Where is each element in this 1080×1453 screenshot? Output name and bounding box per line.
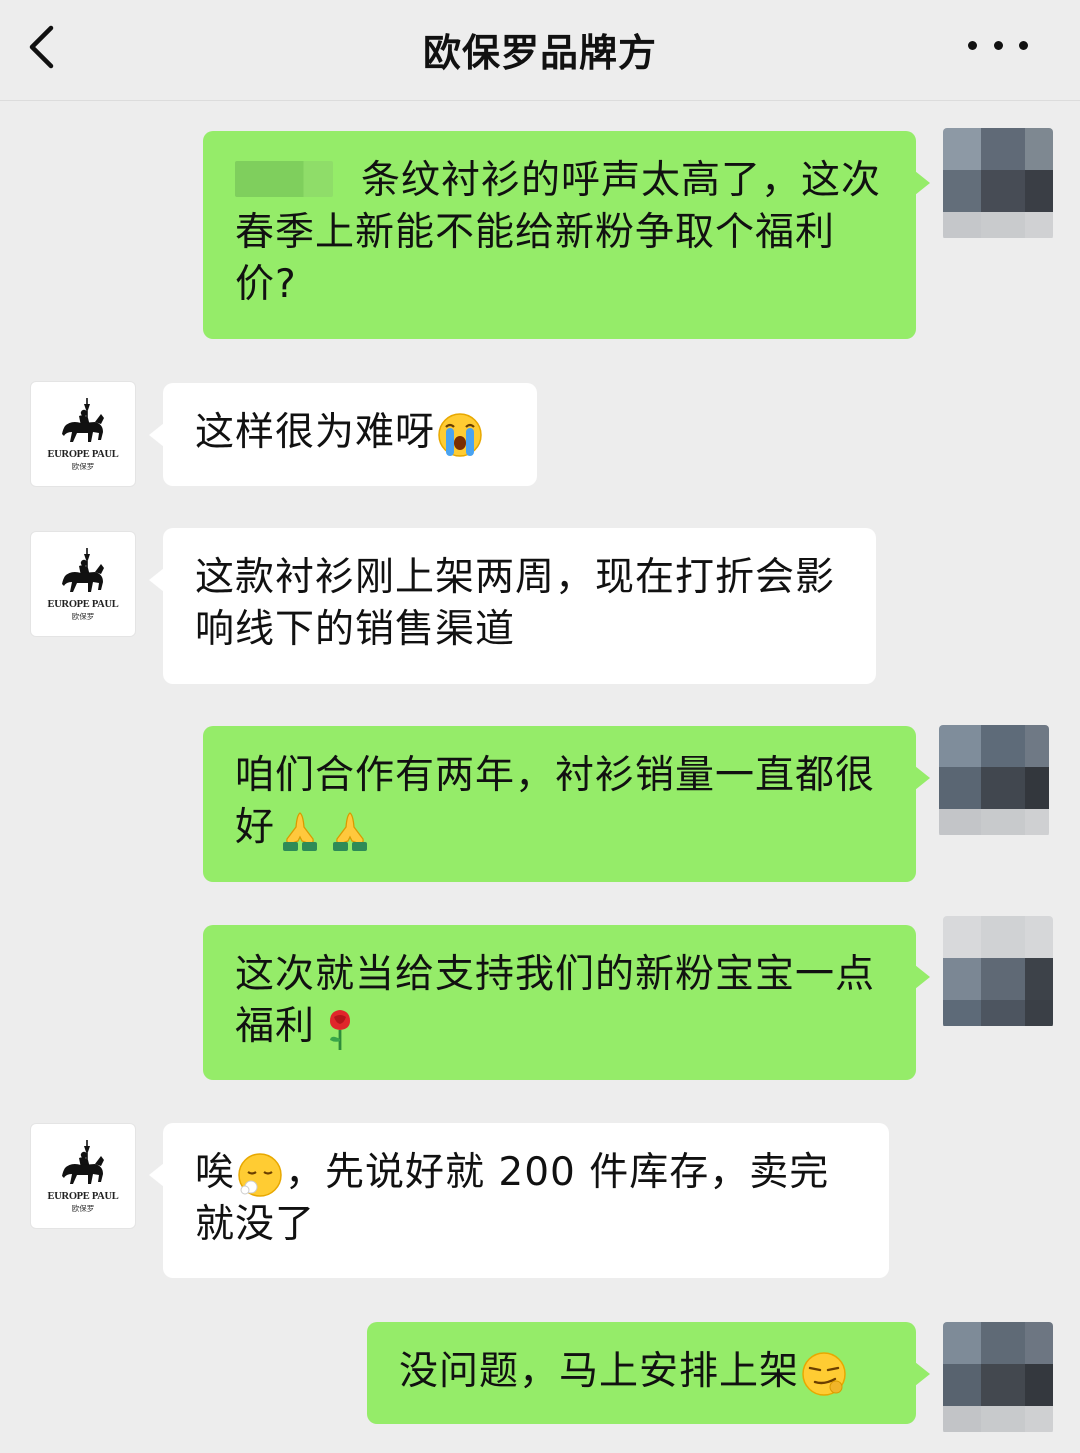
message-bubble-outgoing[interactable]: 条纹衬衫的呼声太高了，这次春季上新能不能给新粉争取个福利价? xyxy=(203,131,930,339)
brand-logo: EUROPE PAUL 欧保罗 xyxy=(31,532,135,636)
redacted-name xyxy=(235,161,333,197)
message-text: ，先说好就 200 件库存，卖完就没了 xyxy=(195,1150,830,1247)
brand-logo: EUROPE PAUL 欧保罗 xyxy=(31,1124,135,1228)
knight-logo-icon xyxy=(62,548,104,592)
knight-logo-icon xyxy=(62,398,104,442)
message-bubble-incoming[interactable]: 这样很为难呀 xyxy=(149,383,537,486)
message-text: 这样很为难呀 xyxy=(195,410,436,455)
brand-avatar[interactable]: EUROPE PAUL 欧保罗 xyxy=(30,381,136,487)
brand-logo-subtext: 欧保罗 xyxy=(71,1204,95,1213)
user-avatar[interactable] xyxy=(943,128,1053,240)
message-text: 没问题，马上安排上架 xyxy=(399,1349,800,1394)
ellipsis-dot xyxy=(993,40,1003,50)
brand-logo-text: EUROPE PAUL xyxy=(47,449,119,460)
brand-logo-subtext: 欧保罗 xyxy=(71,462,95,471)
message-bubble-outgoing[interactable]: 没问题，马上安排上架 xyxy=(367,1322,930,1424)
brand-avatar[interactable]: EUROPE PAUL 欧保罗 xyxy=(30,531,136,637)
brand-logo: EUROPE PAUL 欧保罗 xyxy=(31,382,135,486)
message-bubble-outgoing[interactable]: 这次就当给支持我们的新粉宝宝一点福利 xyxy=(203,925,930,1080)
brand-avatar[interactable]: EUROPE PAUL 欧保罗 xyxy=(30,1123,136,1229)
message-bubble-incoming[interactable]: 唉 ，先说好就 200 件库存，卖完就没了 xyxy=(149,1123,889,1278)
smirking-face-icon xyxy=(802,1351,846,1396)
knight-logo-icon xyxy=(62,1140,104,1184)
chat-title: 欧保罗品牌方 xyxy=(422,31,657,75)
chat-header: 欧保罗品牌方 xyxy=(0,0,1080,101)
brand-logo-text: EUROPE PAUL xyxy=(47,1191,119,1202)
ellipsis-dot xyxy=(1019,40,1028,50)
user-avatar[interactable] xyxy=(939,725,1049,837)
folded-hands-icon xyxy=(333,811,368,851)
user-avatar[interactable] xyxy=(943,916,1053,1028)
message-bubble-incoming[interactable]: 这款衬衫刚上架两周，现在打折会影响线下的销售渠道 xyxy=(149,528,876,684)
user-avatar[interactable] xyxy=(943,1322,1053,1434)
loudly-crying-face-icon xyxy=(438,412,482,457)
folded-hands-icon xyxy=(283,811,318,851)
brand-logo-text: EUROPE PAUL xyxy=(47,599,119,610)
brand-logo-subtext: 欧保罗 xyxy=(71,612,95,621)
message-text-prefix: 唉 xyxy=(195,1150,236,1195)
ellipsis-icon xyxy=(968,40,977,50)
face-exhaling-icon xyxy=(238,1152,282,1197)
more-options-button[interactable] xyxy=(968,30,1028,60)
message-bubble-outgoing[interactable]: 咱们合作有两年，衬衫销量一直都很好 xyxy=(203,726,930,882)
message-text: 这款衬衫刚上架两周，现在打折会影响线下的销售渠道 xyxy=(195,555,836,652)
rose-icon xyxy=(330,1009,351,1050)
